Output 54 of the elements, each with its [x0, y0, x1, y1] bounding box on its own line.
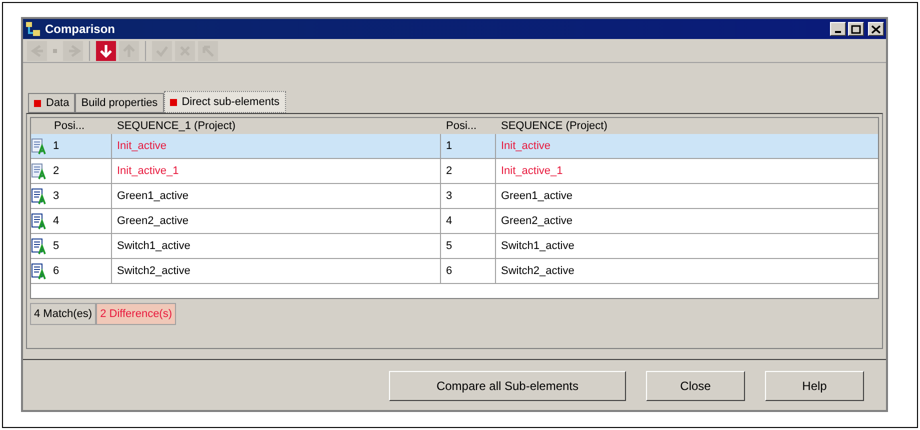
table-cell: 5: [440, 234, 495, 258]
close-button[interactable]: [868, 22, 884, 36]
table-row[interactable]: 6 Switch2_active 6 Switch2_active: [31, 259, 878, 284]
tab[interactable]: Direct sub-elements: [164, 91, 286, 113]
table-cell: Init_active: [111, 134, 440, 158]
column-header[interactable]: Posi...: [48, 118, 111, 134]
table-cell: 1: [440, 134, 495, 158]
table-cell-text: 2: [52, 164, 60, 179]
filter-tab[interactable]: 4 Match(es): [30, 303, 96, 325]
tab[interactable]: Build properties: [75, 93, 164, 113]
table-cell: 6: [440, 259, 495, 283]
table-cell: Switch2_active: [495, 259, 878, 283]
document-icon: [31, 162, 48, 180]
table-cell-text: 4: [52, 214, 60, 229]
app-icon: [25, 21, 41, 37]
table-cell: Green1_active: [495, 184, 878, 208]
window-title: Comparison: [45, 21, 116, 38]
flag-icon: [34, 100, 41, 106]
dialog-button[interactable]: Compare all Sub-elements: [389, 371, 626, 401]
maximize-button[interactable]: [848, 22, 864, 36]
table-cell-text: 3: [52, 189, 60, 204]
table-cell: 4: [440, 209, 495, 233]
dialog-button[interactable]: Help: [765, 371, 864, 401]
column-header[interactable]: Posi...: [440, 118, 495, 134]
flag-icon: [170, 98, 177, 106]
document-icon: [31, 138, 48, 154]
table-row[interactable]: 5 Switch1_active 5 Switch1_active: [31, 234, 878, 259]
table-row[interactable]: 1 Init_active 1 Init_active: [31, 134, 878, 159]
table-cell: Green2_active: [111, 209, 440, 233]
table-cell: 3: [440, 184, 495, 208]
table-cell: Switch1_active: [495, 234, 878, 258]
table-cell-text: 5: [52, 239, 60, 254]
table-cell: Init_active: [495, 134, 878, 158]
column-header[interactable]: SEQUENCE_1 (Project): [111, 118, 440, 134]
table-cell: Switch2_active: [111, 259, 440, 283]
dialog-button[interactable]: Close: [646, 371, 745, 401]
table-cell: Init_active_1: [495, 159, 878, 183]
table-cell: Green2_active: [495, 209, 878, 233]
tab[interactable]: Data: [28, 93, 76, 113]
minimize-icon: [835, 30, 841, 32]
table-row[interactable]: 2 Init_active_1 2 Init_active_1: [31, 159, 878, 184]
table-cell-text: 1: [52, 139, 60, 154]
table-cell-text: 6: [52, 264, 60, 279]
table-cell: Init_active_1: [111, 159, 440, 183]
maximize-icon: [851, 24, 861, 34]
table-cell: 2: [440, 159, 495, 183]
down-arrow-button[interactable]: [96, 40, 116, 60]
column-header[interactable]: SEQUENCE (Project): [495, 118, 878, 134]
table-cell: Green1_active: [111, 184, 440, 208]
table-row[interactable]: 3 Green1_active 3 Green1_active: [31, 184, 878, 209]
minimize-button[interactable]: [830, 22, 846, 36]
table-row[interactable]: 4 Green2_active 4 Green2_active: [31, 209, 878, 234]
close-icon: [871, 24, 881, 34]
table-cell: Switch1_active: [111, 234, 440, 258]
